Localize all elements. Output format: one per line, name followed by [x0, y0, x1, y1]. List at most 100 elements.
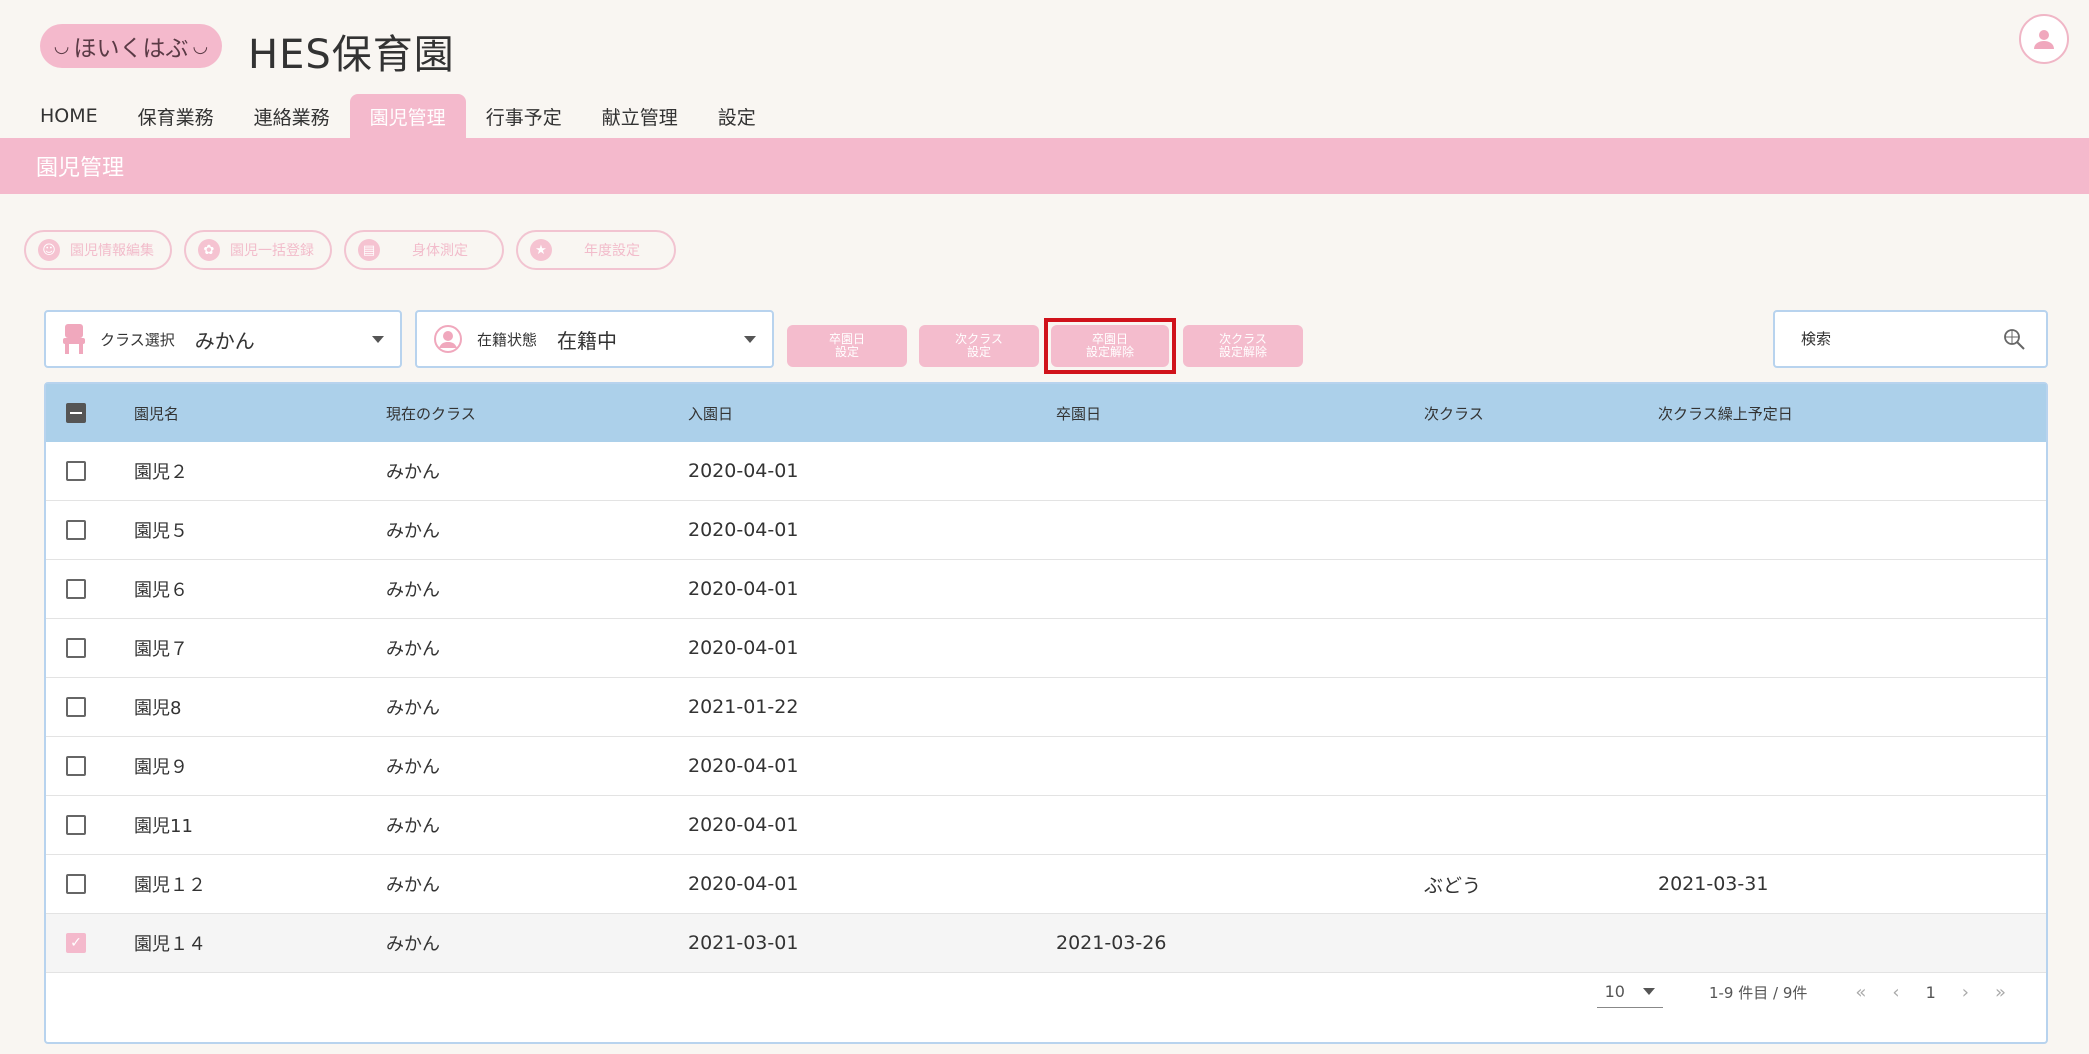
main-nav: HOME 保育業務 連絡業務 園児管理 行事予定 献立管理 設定 [20, 94, 776, 138]
last-page-icon[interactable]: » [1995, 982, 2006, 1003]
next-page-icon[interactable]: › [1962, 982, 1969, 1003]
current-page: 1 [1925, 982, 1936, 1002]
prev-page-icon[interactable]: ‹ [1892, 982, 1899, 1003]
entry-date-cell: 2020-04-01 [688, 873, 799, 895]
current-class-cell: みかん [386, 816, 440, 837]
child-name-cell: 園児６ [134, 580, 188, 601]
row-checkbox[interactable] [66, 520, 86, 540]
search-input[interactable] [1799, 329, 2002, 349]
select-all-checkbox[interactable] [66, 403, 86, 423]
row-checkbox[interactable] [66, 461, 86, 481]
table-header: 園児名 現在のクラス 入園日 卒園日 次クラス 次クラス繰上予定日 [46, 384, 2046, 442]
row-checkbox[interactable] [66, 815, 86, 835]
table-body: 園児２ みかん 2020-04-01 園児５ みかん 2020-04-01 園児６ みかん 20… [46, 442, 2046, 973]
entry-date-cell: 2020-04-01 [688, 814, 799, 836]
class-select-value: みかん [194, 328, 255, 353]
next-class-cell: ぶどう [1424, 874, 1482, 897]
chevron-down-icon [1642, 988, 1655, 995]
set-graduation-date-button[interactable]: 卒園日 設定 [787, 325, 907, 367]
app-title: HES保育園 [248, 32, 455, 78]
status-select[interactable]: 在籍状態 在籍中 [415, 310, 774, 368]
nav-home[interactable]: HOME [20, 94, 118, 138]
logo-text: ほいくはぶ [73, 36, 189, 62]
table-row[interactable]: 園児５ みかん 2020-04-01 [46, 501, 2046, 560]
action-bar: ☺ 園児情報編集 ✿ 園児一括登録 ▤ 身体測定 ★ 年度設定 [24, 230, 676, 270]
user-avatar[interactable] [2019, 14, 2069, 64]
column-header-graduation-date[interactable]: 卒園日 [1056, 403, 1424, 424]
fiscal-year-button[interactable]: ★ 年度設定 [516, 230, 676, 270]
page-title: 園児管理 [0, 138, 2089, 194]
child-name-cell: 園児8 [134, 698, 182, 719]
fiscal-year-label: 年度設定 [584, 243, 640, 259]
nav-events[interactable]: 行事予定 [466, 94, 582, 138]
row-checkbox[interactable] [66, 697, 86, 717]
first-page-icon[interactable]: « [1855, 982, 1866, 1003]
current-class-cell: みかん [386, 875, 440, 896]
status-icon [434, 325, 462, 353]
body-measurement-label: 身体測定 [412, 243, 468, 259]
highlight-box [1044, 318, 1176, 374]
table-row[interactable]: 園児６ みかん 2020-04-01 [46, 560, 2046, 619]
entry-date-cell: 2020-04-01 [688, 637, 799, 659]
table-row[interactable]: 園児２ みかん 2020-04-01 [46, 442, 2046, 501]
nav-childcare[interactable]: 保育業務 [118, 94, 234, 138]
entry-date-cell: 2020-04-01 [688, 578, 799, 600]
current-class-cell: みかん [386, 521, 440, 542]
nav-child-management[interactable]: 園児管理 [349, 94, 466, 138]
bulk-register-label: 園児一括登録 [230, 243, 314, 259]
pagination: 10 1-9 件目 / 9件 « ‹ 1 › » [46, 942, 2046, 1042]
column-header-entry-date[interactable]: 入園日 [688, 403, 1056, 424]
chevron-down-icon [744, 335, 756, 343]
current-class-cell: みかん [386, 698, 440, 719]
class-select[interactable]: クラス選択 みかん [44, 310, 402, 368]
search-icon[interactable] [2002, 327, 2026, 351]
body-measurement-button[interactable]: ▤ 身体測定 [344, 230, 504, 270]
class-select-label: クラス選択 [100, 330, 175, 349]
search-box [1773, 310, 2048, 368]
current-class-cell: みかん [386, 757, 440, 778]
child-name-cell: 園児１２ [134, 875, 206, 896]
app-logo[interactable]: ◡ ほいくはぶ ◡ [40, 24, 222, 68]
row-checkbox[interactable] [66, 638, 86, 658]
row-checkbox[interactable] [66, 579, 86, 599]
column-header-next-class-date[interactable]: 次クラス繰上予定日 [1658, 403, 2046, 424]
table-row[interactable]: 園児９ みかん 2020-04-01 [46, 737, 2046, 796]
smile-icon: ◡ [192, 35, 209, 57]
smile-icon: ◡ [53, 35, 70, 57]
class-icon [63, 324, 85, 354]
next-class-date-cell: 2021-03-31 [1658, 873, 1769, 895]
bulk-register-button[interactable]: ✿ 園児一括登録 [184, 230, 332, 270]
child-name-cell: 園児11 [134, 816, 193, 837]
edit-child-info-button[interactable]: ☺ 園児情報編集 [24, 230, 172, 270]
column-header-next-class[interactable]: 次クラス [1424, 403, 1658, 424]
person-icon: ☺ [38, 239, 60, 261]
ruler-icon: ▤ [358, 239, 380, 261]
edit-child-info-label: 園児情報編集 [70, 243, 154, 259]
set-next-class-button[interactable]: 次クラス 設定 [919, 325, 1039, 367]
star-icon: ★ [530, 239, 552, 261]
clear-next-class-button[interactable]: 次クラス 設定解除 [1183, 325, 1303, 367]
table-row[interactable]: 園児11 みかん 2020-04-01 [46, 796, 2046, 855]
table-row[interactable]: 園児8 みかん 2021-01-22 [46, 678, 2046, 737]
nav-menu[interactable]: 献立管理 [582, 94, 698, 138]
child-name-cell: 園児２ [134, 462, 188, 483]
column-header-current-class[interactable]: 現在のクラス [386, 403, 688, 424]
nav-communication[interactable]: 連絡業務 [234, 94, 350, 138]
user-icon [2034, 30, 2054, 49]
column-header-name[interactable]: 園児名 [134, 403, 386, 424]
status-select-value: 在籍中 [557, 328, 618, 353]
current-class-cell: みかん [386, 580, 440, 601]
row-checkbox[interactable] [66, 874, 86, 894]
chevron-down-icon [372, 335, 384, 343]
pagination-range: 1-9 件目 / 9件 [1708, 983, 1808, 1002]
table-row[interactable]: 園児１２ みかん 2020-04-01 ぶどう 2021-03-31 [46, 855, 2046, 914]
table-row[interactable]: 園児７ みかん 2020-04-01 [46, 619, 2046, 678]
current-class-cell: みかん [386, 462, 440, 483]
nav-settings[interactable]: 設定 [698, 94, 776, 138]
child-name-cell: 園児５ [134, 521, 188, 542]
row-checkbox[interactable] [66, 756, 86, 776]
rows-per-page-select[interactable]: 10 [1596, 976, 1663, 1008]
rows-per-page-value: 10 [1604, 982, 1625, 1001]
children-table: 園児名 現在のクラス 入園日 卒園日 次クラス 次クラス繰上予定日 園児２ みかん… [44, 382, 2048, 1044]
entry-date-cell: 2020-04-01 [688, 519, 799, 541]
